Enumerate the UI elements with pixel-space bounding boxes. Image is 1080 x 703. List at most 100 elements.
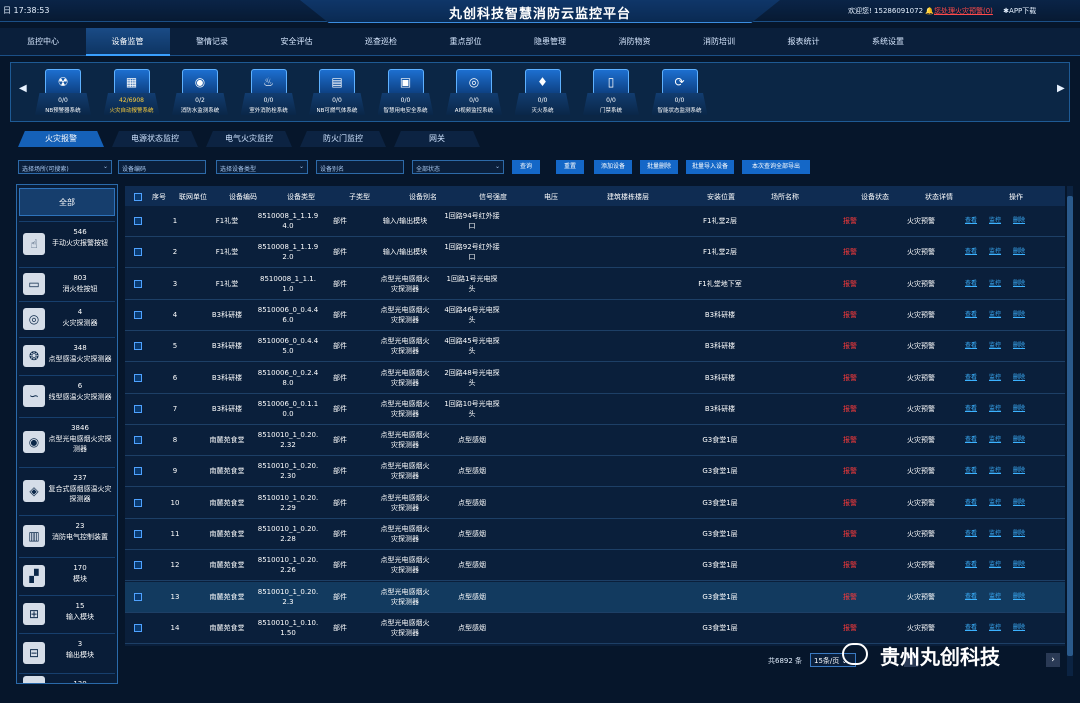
category-item[interactable]: ⊟ 3 输出模块 bbox=[19, 633, 115, 671]
row-action-1[interactable]: 监控 bbox=[989, 373, 1001, 383]
row-action-0[interactable]: 查看 bbox=[965, 341, 977, 351]
row-action-2[interactable]: 删除 bbox=[1013, 529, 1025, 539]
select-all-checkbox[interactable] bbox=[134, 193, 142, 201]
bell-icon[interactable]: 🔔 bbox=[925, 7, 934, 15]
subtab-1[interactable]: 电源状态监控 bbox=[112, 131, 198, 147]
row-action-0[interactable]: 查看 bbox=[965, 373, 977, 383]
category-item[interactable]: ☝ 546 手动火灾报警按钮 bbox=[19, 221, 115, 265]
category-item[interactable]: ◈ 237 复合式感烟感温火灾探测器 bbox=[19, 467, 115, 513]
category-item[interactable]: ❂ 348 点型感温火灾探测器 bbox=[19, 337, 115, 373]
row-action-0[interactable]: 查看 bbox=[965, 310, 977, 320]
nav-item-2[interactable]: 警情记录 bbox=[170, 28, 254, 56]
nav-item-1[interactable]: 设备监管 bbox=[85, 28, 170, 56]
row-action-0[interactable]: 查看 bbox=[965, 466, 977, 476]
row-checkbox[interactable] bbox=[134, 217, 142, 225]
row-action-1[interactable]: 监控 bbox=[989, 466, 1001, 476]
system-card[interactable]: ♨ 0/0 室外消防栓系统 bbox=[240, 67, 297, 119]
category-item[interactable]: ▭ 803 消火栓按钮 bbox=[19, 267, 115, 299]
row-action-1[interactable]: 监控 bbox=[989, 623, 1001, 633]
row-action-2[interactable]: 删除 bbox=[1013, 592, 1025, 602]
row-checkbox[interactable] bbox=[134, 404, 142, 413]
nav-item-7[interactable]: 消防物资 bbox=[593, 28, 677, 56]
category-item[interactable]: ◎ 4 火灾探测器 bbox=[19, 301, 115, 335]
row-checkbox[interactable] bbox=[134, 561, 142, 570]
system-card[interactable]: ☢ 0/0 NB预警器系统 bbox=[35, 67, 91, 119]
category-item[interactable]: ◉ 3846 点型光电感烟火灾探测器 bbox=[19, 417, 115, 465]
table-row[interactable]: 3 F1礼堂 8510008_1_1.1. 1.0 部件 点型光电感烟火 灾探测器 1回路… bbox=[125, 269, 1065, 300]
category-item[interactable]: ▥ 23 消防电气控制装置 bbox=[19, 515, 115, 555]
status-select[interactable]: 全部状态 ⌄ bbox=[412, 160, 504, 174]
row-action-2[interactable]: 删除 bbox=[1013, 498, 1025, 508]
row-checkbox[interactable] bbox=[134, 342, 142, 351]
system-card[interactable]: ⟳ 0/0 智能状态监测系统 bbox=[651, 67, 708, 119]
row-action-1[interactable]: 监控 bbox=[989, 216, 1001, 226]
scroll-thumb[interactable] bbox=[1067, 196, 1073, 656]
category-item[interactable]: ∽ 6 线型感温火灾探测器 bbox=[19, 375, 115, 415]
next-page-icon[interactable]: › bbox=[1046, 653, 1060, 667]
row-action-1[interactable]: 监控 bbox=[989, 341, 1001, 351]
row-checkbox[interactable] bbox=[134, 592, 142, 601]
row-checkbox[interactable] bbox=[134, 530, 142, 538]
table-row[interactable]: 10 南麓苑食堂 8510010_1_0.20. 2.29 部件 点型光电感烟火 灾探测… bbox=[125, 488, 1065, 519]
row-checkbox[interactable] bbox=[134, 373, 142, 382]
batch-import-button[interactable]: 批量导入设备 bbox=[686, 160, 734, 174]
subtab-3[interactable]: 防火门监控 bbox=[300, 131, 386, 147]
row-action-0[interactable]: 查看 bbox=[965, 435, 977, 445]
nav-item-4[interactable]: 巡查巡检 bbox=[339, 28, 423, 56]
alias-input[interactable]: 设备别名 bbox=[316, 160, 404, 174]
table-row[interactable]: 1 F1礼堂 8510008_1_1.1.9 4.0 部件 输入/输出模块 1回路94号红… bbox=[125, 206, 1065, 237]
category-all-button[interactable]: 全部 bbox=[19, 188, 115, 216]
system-card[interactable]: ◎ 0/0 AI视频监控系统 bbox=[446, 67, 502, 119]
row-action-1[interactable]: 监控 bbox=[989, 435, 1001, 445]
place-select[interactable]: 选择场所(可搜索) ⌄ bbox=[18, 160, 112, 174]
row-checkbox[interactable] bbox=[134, 248, 142, 257]
table-row[interactable]: 2 F1礼堂 8510008_1_1.1.9 2.0 部件 输入/输出模块 1回路92号红… bbox=[125, 237, 1065, 269]
row-action-1[interactable]: 监控 bbox=[989, 560, 1001, 570]
row-action-1[interactable]: 监控 bbox=[989, 247, 1001, 257]
table-row[interactable]: 5 B3科研楼 8510006_0_0.4.4 5.0 部件 点型光电感烟火 灾探测器 4… bbox=[125, 331, 1065, 363]
row-action-2[interactable]: 删除 bbox=[1013, 279, 1025, 289]
row-action-1[interactable]: 监控 bbox=[989, 310, 1001, 320]
row-action-2[interactable]: 删除 bbox=[1013, 623, 1025, 633]
row-action-2[interactable]: 删除 bbox=[1013, 404, 1025, 414]
batch-delete-button[interactable]: 批量删除 bbox=[640, 160, 678, 174]
category-item[interactable]: ▭ 130 bbox=[19, 673, 115, 683]
row-action-2[interactable]: 删除 bbox=[1013, 216, 1025, 226]
system-card[interactable]: ▤ 0/0 NB可燃气体系统 bbox=[309, 67, 365, 119]
nav-item-6[interactable]: 隐患管理 bbox=[508, 28, 592, 56]
app-download-link[interactable]: ✱APP下载 bbox=[1003, 7, 1036, 15]
nav-item-9[interactable]: 报表统计 bbox=[762, 28, 846, 56]
category-item[interactable]: ▞ 170 模块 bbox=[19, 557, 115, 593]
row-action-2[interactable]: 删除 bbox=[1013, 341, 1025, 351]
system-card[interactable]: ◉ 0/2 消防水监测系统 bbox=[172, 67, 228, 119]
row-action-1[interactable]: 监控 bbox=[989, 279, 1001, 289]
nav-item-5[interactable]: 重点部位 bbox=[424, 28, 508, 56]
reset-button[interactable]: 重置 bbox=[556, 160, 584, 174]
next-arrow-icon[interactable]: ▶ bbox=[1057, 83, 1065, 94]
row-checkbox[interactable] bbox=[134, 310, 142, 319]
row-action-0[interactable]: 查看 bbox=[965, 529, 977, 539]
code-input[interactable]: 设备编码 bbox=[118, 160, 206, 174]
table-row[interactable]: 13 南麓苑食堂 8510010_1_0.20. 2.3 部件 点型光电感烟火 灾探测器… bbox=[125, 581, 1065, 613]
table-row[interactable]: 9 南麓苑食堂 8510010_1_0.20. 2.30 部件 点型光电感烟火 灾探测器… bbox=[125, 456, 1065, 488]
alarm-link[interactable]: 您处理火灾预警(0) bbox=[934, 7, 993, 15]
nav-item-0[interactable]: 监控中心 bbox=[1, 28, 85, 56]
row-checkbox[interactable] bbox=[134, 467, 142, 476]
table-row[interactable]: 4 B3科研楼 8510006_0_0.4.4 6.0 部件 点型光电感烟火 灾探测器 4… bbox=[125, 300, 1065, 331]
nav-item-10[interactable]: 系统设置 bbox=[846, 28, 930, 56]
row-action-2[interactable]: 删除 bbox=[1013, 373, 1025, 383]
row-action-0[interactable]: 查看 bbox=[965, 279, 977, 289]
row-checkbox[interactable] bbox=[134, 498, 142, 507]
subtab-2[interactable]: 电气火灾监控 bbox=[206, 131, 292, 147]
row-action-2[interactable]: 删除 bbox=[1013, 560, 1025, 570]
row-action-0[interactable]: 查看 bbox=[965, 498, 977, 508]
row-action-1[interactable]: 监控 bbox=[989, 529, 1001, 539]
table-row[interactable]: 7 B3科研楼 8510006_0_0.1.1 0.0 部件 点型光电感烟火 灾探测器 1… bbox=[125, 394, 1065, 425]
system-card[interactable]: ▯ 0/0 门禁系统 bbox=[583, 67, 639, 119]
nav-item-3[interactable]: 安全评估 bbox=[255, 28, 339, 56]
row-action-1[interactable]: 监控 bbox=[989, 498, 1001, 508]
nav-item-8[interactable]: 消防培训 bbox=[677, 28, 761, 56]
table-row[interactable]: 12 南麓苑食堂 8510010_1_0.20. 2.26 部件 点型光电感烟火 灾探测… bbox=[125, 550, 1065, 582]
table-scrollbar[interactable] bbox=[1067, 186, 1073, 676]
row-action-2[interactable]: 删除 bbox=[1013, 247, 1025, 257]
